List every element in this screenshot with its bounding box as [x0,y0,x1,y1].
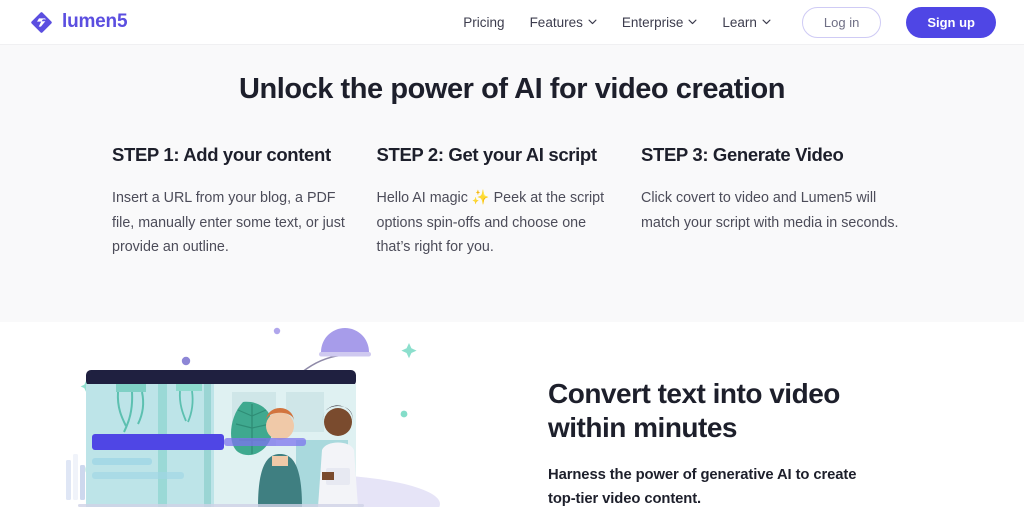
step-title: STEP 2: Get your AI script [376,144,598,165]
convert-text-into-video-section: Convert text into video within minutes H… [0,322,1024,507]
log-in-button[interactable]: Log in [801,6,882,38]
step-card-1: STEP 1: Add your content Insert a URL fr… [112,144,377,260]
nav-item-label: Learn [722,14,757,30]
convert-heading-line-1: Convert text into video [548,378,840,409]
nav-item-pricing[interactable]: Pricing [463,15,504,30]
nav-item-label: Features [529,14,583,30]
convert-subheading: Harness the power of generative AI to cr… [548,464,856,507]
convert-subheading-line-2: top-tier video content. [548,491,702,507]
main-navigation: Pricing Features Enterprise Learn Log in… [463,6,996,38]
convert-heading-line-2: within minutes [548,412,738,444]
sign-up-button[interactable]: Sign up [906,6,996,38]
convert-subheading-line-1: Harness the power of generative AI to cr… [548,467,857,484]
step-description-before: Hello AI magic [376,190,472,206]
steps-list: STEP 1: Add your content Insert a URL fr… [0,144,1024,260]
step-description: Insert a URL from your blog, a PDF file,… [112,190,345,256]
convert-heading: Convert text into video within minutes [548,377,856,445]
nav-item-learn[interactable]: Learn [722,15,771,30]
nav-item-features[interactable]: Features [530,15,597,30]
step-title: STEP 1: Add your content [112,144,331,165]
nav-item-enterprise[interactable]: Enterprise [622,15,698,30]
site-header: lumen5 Pricing Features Enterprise Learn… [0,0,1024,45]
how-it-works-section: Unlock the power of AI for video creatio… [0,45,1024,322]
step-card-2: STEP 2: Get your AI script Hello AI magi… [377,144,642,260]
step-title: STEP 3: Generate Video [641,144,844,165]
nav-item-label: Pricing [463,14,505,30]
step-description: Hello AI magic ✨ Peek at the script opti… [377,186,616,260]
laptop-video-editing-illustration [0,322,548,507]
nav-item-label: Enterprise [621,14,684,30]
step-card-3: STEP 3: Generate Video Click covert to v… [641,144,912,260]
page-title: Unlock the power of AI for video creatio… [238,73,786,105]
illustration-graphic [66,327,440,507]
chevron-down-icon [762,19,771,25]
chevron-down-icon [688,19,697,25]
convert-text-block: Convert text into video within minutes H… [548,322,856,507]
chevron-down-icon [588,19,597,25]
brand-logo[interactable]: lumen5 [30,11,128,34]
step-description: Click covert to video and Lumen5 will ma… [641,190,899,231]
sparkles-icon: ✨ [471,190,490,206]
lumen5-diamond-logo-icon [31,11,52,33]
brand-name: lumen5 [62,11,128,32]
